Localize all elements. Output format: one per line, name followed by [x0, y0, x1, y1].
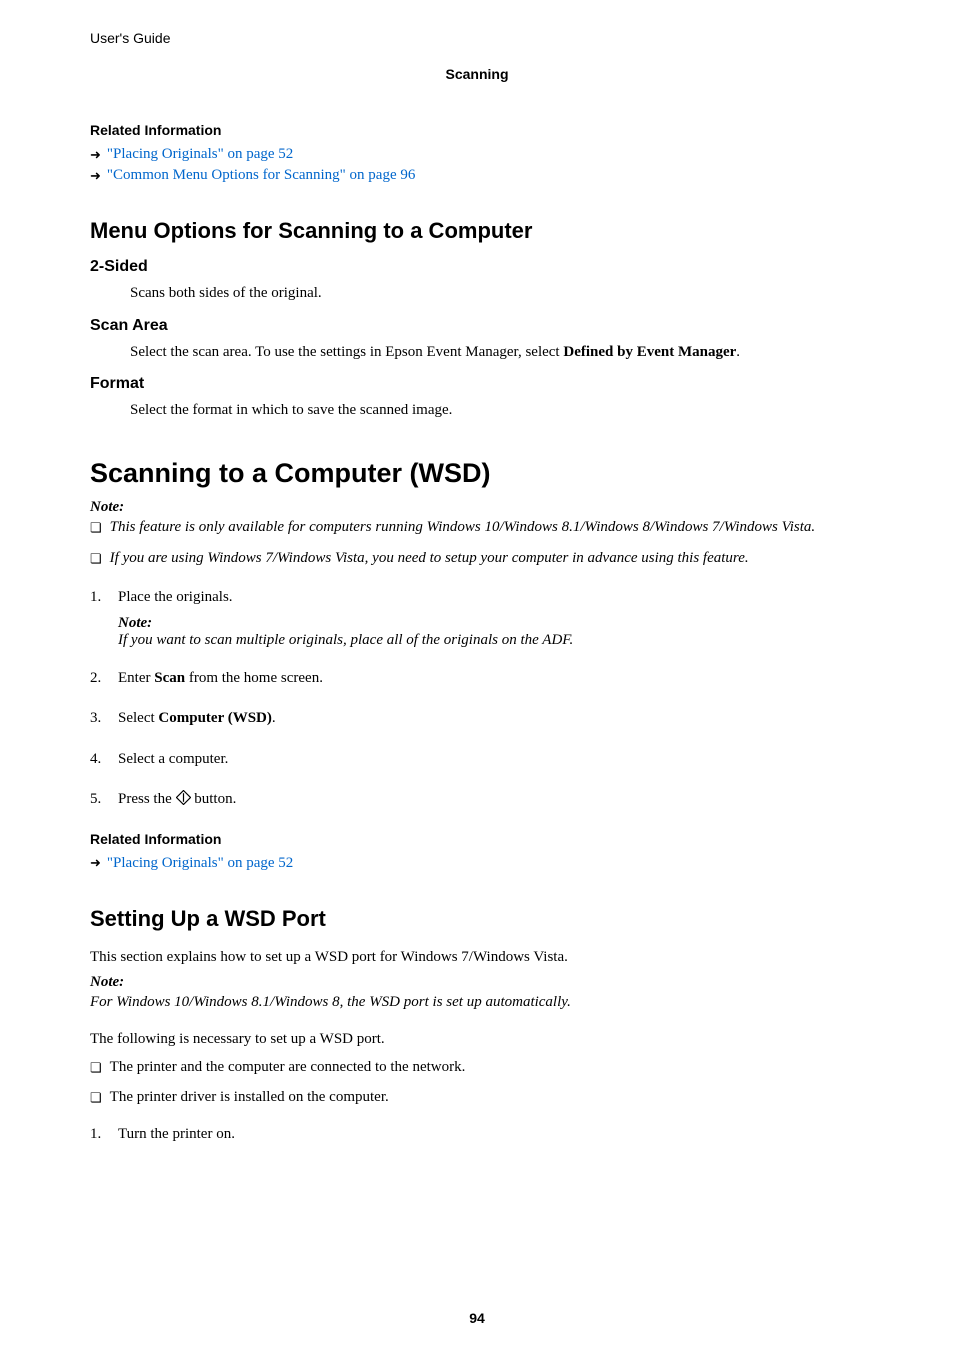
chapter-title: Scanning	[90, 66, 864, 82]
desc-bold: Defined by Event Manager	[563, 344, 736, 360]
step-text-pre: Press the	[118, 791, 176, 807]
step-text-pre: Select	[118, 710, 158, 726]
option-desc: Scans both sides of the original.	[130, 282, 864, 305]
step-row: 1. Turn the printer on.	[90, 1123, 864, 1146]
diamond-start-icon	[176, 790, 191, 813]
square-bullet-icon: ❏	[90, 547, 102, 570]
note-text: If you are using Windows 7/Windows Vista…	[110, 547, 749, 570]
step-text: Select a computer.	[118, 748, 228, 771]
step-text-pre: Enter	[118, 670, 154, 686]
note-item: ❏ This feature is only available for com…	[90, 516, 864, 539]
req-text: The printer driver is installed on the c…	[110, 1086, 389, 1109]
note-body: If you want to scan multiple originals, …	[118, 632, 864, 649]
req-intro: The following is necessary to set up a W…	[90, 1028, 864, 1051]
arrow-icon: ➜	[90, 147, 101, 163]
step-text-post: .	[272, 710, 276, 726]
step-number: 5.	[90, 788, 118, 813]
step-row: 4. Select a computer.	[90, 748, 864, 771]
section-heading-wsd-port: Setting Up a WSD Port	[90, 906, 864, 932]
square-bullet-icon: ❏	[90, 516, 102, 539]
related-link-row: ➜ "Common Menu Options for Scanning" on …	[90, 167, 864, 184]
arrow-icon: ➜	[90, 168, 101, 184]
step-number: 4.	[90, 748, 118, 771]
step-text: Select Computer (WSD).	[118, 707, 276, 730]
guide-title: User's Guide	[90, 30, 864, 46]
step-number: 3.	[90, 707, 118, 730]
step-text: Place the originals.	[118, 586, 233, 609]
desc-text: .	[736, 344, 740, 360]
option-desc: Select the scan area. To use the setting…	[130, 341, 864, 364]
step-row: 1. Place the originals.	[90, 586, 864, 609]
section-heading-wsd: Scanning to a Computer (WSD)	[90, 458, 864, 489]
note-body: For Windows 10/Windows 8.1/Windows 8, th…	[90, 991, 864, 1014]
square-bullet-icon: ❏	[90, 1056, 102, 1079]
section-heading-menu-options: Menu Options for Scanning to a Computer	[90, 218, 864, 244]
page-number: 94	[0, 1310, 954, 1326]
related-info-heading-1: Related Information	[90, 122, 864, 138]
step-row: 5. Press the button.	[90, 788, 864, 813]
step-text-post: button.	[191, 791, 237, 807]
step-text-bold: Computer (WSD)	[158, 710, 271, 726]
step-note: Note: If you want to scan multiple origi…	[118, 615, 864, 649]
related-info-heading-2: Related Information	[90, 831, 864, 847]
wsd-port-intro: This section explains how to set up a WS…	[90, 946, 864, 969]
square-bullet-icon: ❏	[90, 1086, 102, 1109]
step-text: Press the button.	[118, 788, 236, 813]
note-label: Note:	[118, 615, 864, 632]
req-item: ❏ The printer and the computer are conne…	[90, 1056, 864, 1079]
step-text: Turn the printer on.	[118, 1123, 235, 1146]
note-label: Note:	[90, 499, 864, 516]
arrow-icon: ➜	[90, 855, 101, 871]
step-row: 2. Enter Scan from the home screen.	[90, 667, 864, 690]
req-text: The printer and the computer are connect…	[110, 1056, 466, 1079]
step-text-post: from the home screen.	[185, 670, 323, 686]
req-item: ❏ The printer driver is installed on the…	[90, 1086, 864, 1109]
option-name: Format	[90, 375, 864, 393]
note-item: ❏ If you are using Windows 7/Windows Vis…	[90, 547, 864, 570]
option-name: Scan Area	[90, 317, 864, 335]
note-text: This feature is only available for compu…	[110, 516, 815, 539]
related-link[interactable]: "Placing Originals" on page 52	[107, 146, 293, 163]
step-number: 2.	[90, 667, 118, 690]
related-link-row: ➜ "Placing Originals" on page 52	[90, 146, 864, 163]
step-text-bold: Scan	[154, 670, 185, 686]
step-number: 1.	[90, 1123, 118, 1146]
related-link[interactable]: "Placing Originals" on page 52	[107, 855, 293, 872]
step-number: 1.	[90, 586, 118, 609]
desc-text: Select the scan area. To use the setting…	[130, 344, 563, 360]
related-link[interactable]: "Common Menu Options for Scanning" on pa…	[107, 167, 415, 184]
option-desc: Select the format in which to save the s…	[130, 399, 864, 422]
step-row: 3. Select Computer (WSD).	[90, 707, 864, 730]
step-text: Enter Scan from the home screen.	[118, 667, 323, 690]
note-label: Note:	[90, 974, 864, 991]
option-name: 2-Sided	[90, 258, 864, 276]
related-link-row: ➜ "Placing Originals" on page 52	[90, 855, 864, 872]
